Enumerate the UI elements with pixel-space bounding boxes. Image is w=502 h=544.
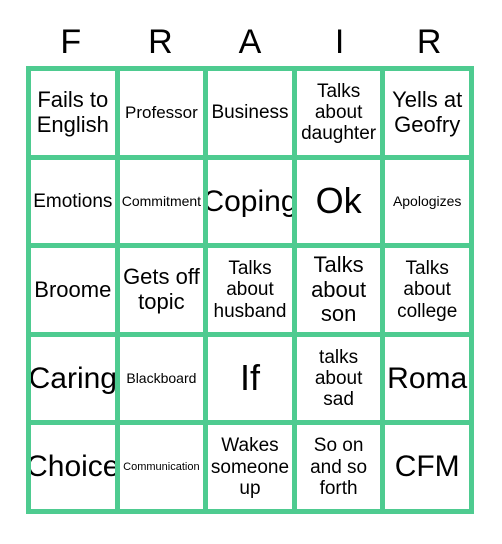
header-letter-4: I [334,23,345,61]
bingo-cell[interactable]: Gets off topic [119,248,204,332]
bingo-cell[interactable]: Apologizes [385,159,469,244]
bingo-grid: Fails to English Professor Business Talk… [26,66,474,514]
header-letter-3: A [238,23,262,61]
bingo-cell[interactable]: Talks about daughter [296,71,381,155]
bingo-cell[interactable]: talks about sad [296,336,381,421]
bingo-cell[interactable]: So on and so forth [296,425,381,509]
bingo-cell[interactable]: Talks about son [296,248,381,332]
bingo-cell[interactable]: Wakes someone up [208,425,292,509]
bingo-cell[interactable]: Talks about husband [208,248,292,332]
bingo-cell[interactable]: If [208,336,292,421]
bingo-cell[interactable]: Talks about college [385,248,469,332]
header-letter-2: R [148,23,173,61]
bingo-cell[interactable]: Choice [31,425,115,509]
bingo-cell[interactable]: Professor [119,71,204,155]
bingo-card: F R A I R Fails to English Professor Bus… [0,0,502,544]
bingo-cell[interactable]: CFM [385,425,469,509]
header-letter-5: R [416,23,442,61]
bingo-cell[interactable]: Blackboard [119,336,204,421]
header-letter-1: F [60,23,82,61]
bingo-cell[interactable]: Fails to English [31,71,115,155]
bingo-cell[interactable]: Coping [208,159,292,244]
bingo-cell[interactable]: Communication [119,425,204,509]
bingo-cell[interactable]: Ok [296,159,381,244]
bingo-cell[interactable]: Caring [31,336,115,421]
bingo-cell[interactable]: Broome [31,248,115,332]
bingo-header-row: F R A I R [26,18,474,66]
bingo-cell[interactable]: Yells at Geofry [385,71,469,155]
bingo-cell[interactable]: Business [208,71,292,155]
bingo-cell[interactable]: Roma [385,336,469,421]
bingo-cell[interactable]: Emotions [31,159,115,244]
bingo-cell[interactable]: Commitment [119,159,204,244]
